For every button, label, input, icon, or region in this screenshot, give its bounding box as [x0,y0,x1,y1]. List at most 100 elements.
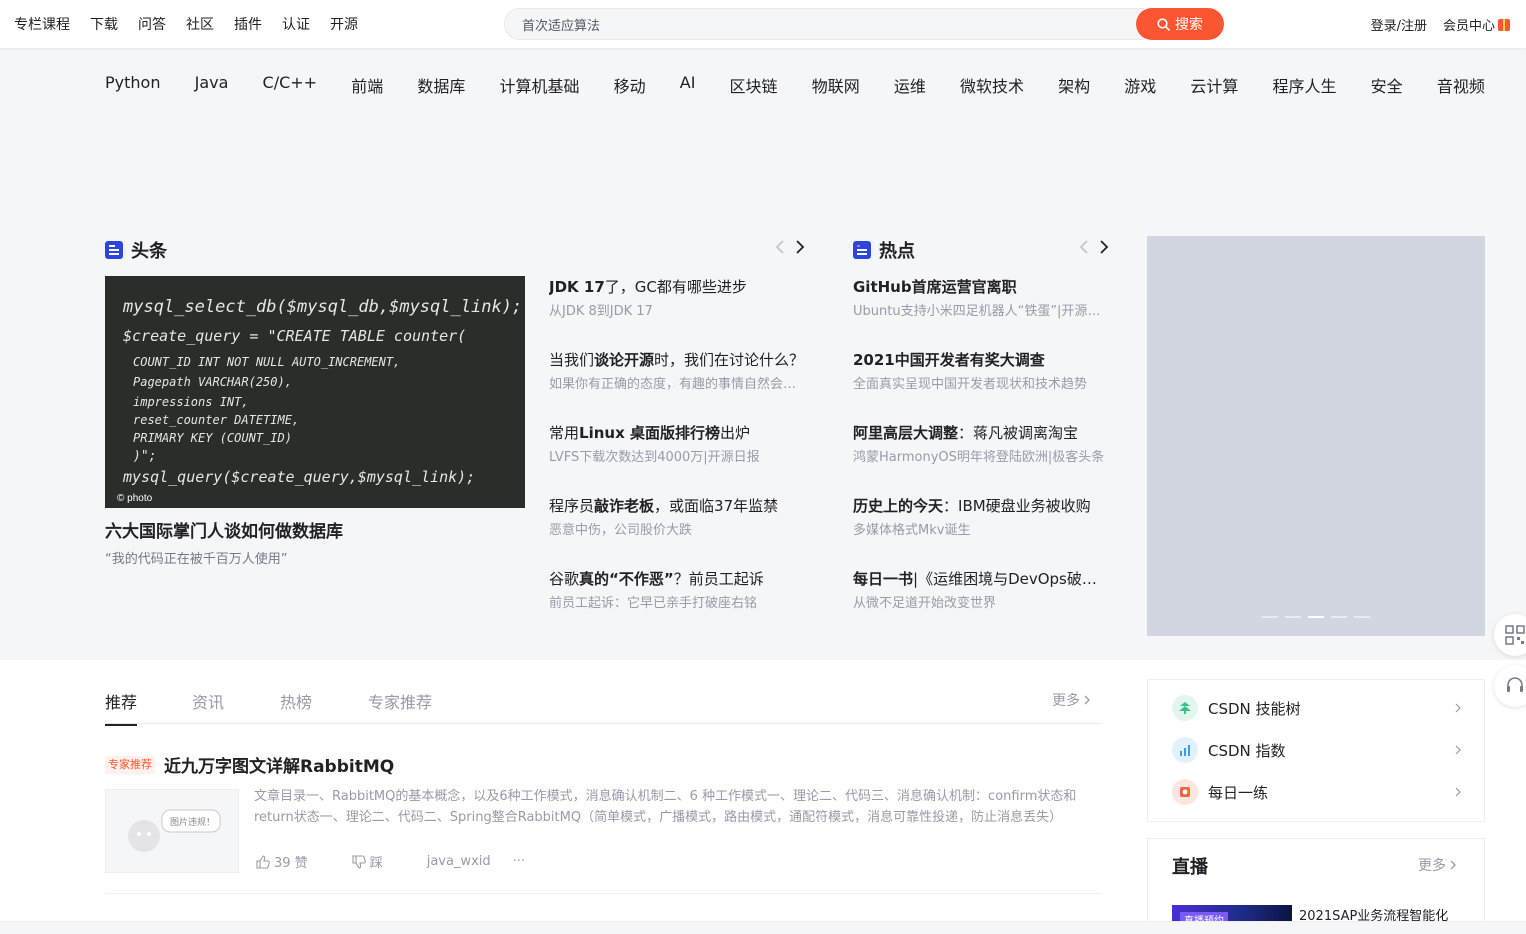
top-nav-columns-courses[interactable]: 专栏课程 [14,14,70,34]
headline-item[interactable]: 程序员敲诈老板，或面临37年监禁 恶意中伤，公司股价大跌 [549,495,805,568]
index-chart-icon [1172,737,1198,763]
tab-news[interactable]: 资讯 [192,689,224,713]
category-cloud[interactable]: 云计算 [1190,73,1238,97]
side-link-csdn-index[interactable]: CSDN 指数 [1172,737,1462,763]
search-bar: 搜索 [504,8,1224,40]
banner-dot[interactable] [1331,616,1347,618]
banner-dot-active[interactable] [1308,616,1324,618]
hot-item[interactable]: 阿里高层大调整：蒋凡被调离淘宝 鸿蒙HarmonyOS明年将登陆欧洲|极客头条 [853,422,1109,495]
headline-item-title: 常用Linux 桌面版排行榜出炉 [549,424,750,442]
hot-item[interactable]: 历史上的今天：IBM硬盘业务被收购 多媒体格式Mkv诞生 [853,495,1109,568]
category-nav: Python Java C/C++ 前端 数据库 计算机基础 移动 AI 区块链… [105,73,1485,97]
category-architecture[interactable]: 架构 [1058,73,1090,97]
category-ops[interactable]: 运维 [894,73,926,97]
login-register-link[interactable]: 登录/注册 [1371,15,1427,34]
headline-item-subtitle: 前员工起诉：它早已亲手打破座右铭 [549,596,758,611]
thumbs-down-icon [352,854,366,869]
category-python[interactable]: Python [105,73,160,97]
more-actions-button[interactable]: ··· [513,854,525,869]
vip-center-label: 会员中心 [1442,18,1495,34]
top-nav-qa[interactable]: 问答 [138,14,166,34]
feed-article-thumbnail[interactable]: 图片违规！ [105,789,239,873]
top-nav-certification[interactable]: 认证 [282,14,310,34]
category-java[interactable]: Java [195,73,229,97]
image-violation-icon: 图片违规！ [128,809,221,852]
top-nav-plugins[interactable]: 插件 [234,14,262,34]
search-button[interactable]: 搜索 [1136,8,1224,40]
headline-item[interactable]: JDK 17了，GC都有哪些进步 从JDK 8到JDK 17 [549,276,805,349]
category-cs-basics[interactable]: 计算机基础 [499,73,579,97]
hot-item-subtitle: 从微不足道开始改变世界 [853,596,997,611]
chevron-right-icon [1455,787,1461,797]
feed-article-meta: 39 赞 踩 java_wxid ··· [256,852,547,871]
headline-item-title: 谷歌真的“不作恶”？前员工起诉 [549,570,764,588]
hot-item-subtitle: Ubuntu支持小米四足机器人“铁蛋”|开源日报 [853,304,1109,319]
headlines-arrows [770,237,810,257]
top-nav: 专栏课程 下载 问答 社区 插件 认证 开源 [14,0,378,48]
chevron-right-icon [1455,745,1461,755]
top-nav-open-source[interactable]: 开源 [330,14,358,34]
side-link-daily-practice[interactable]: 每日一练 [1172,779,1462,805]
banner-dot[interactable] [1262,616,1278,618]
code-line: mysql_select_db($mysql_db,$mysql_link); [122,297,522,317]
side-link-label: CSDN 指数 [1208,741,1286,760]
hot-icon [853,241,871,259]
like-button[interactable]: 39 赞 [256,852,330,871]
category-audio-video[interactable]: 音视频 [1437,73,1485,97]
category-games[interactable]: 游戏 [1124,73,1156,97]
feed-divider [105,893,1101,894]
headline-item[interactable]: 当我们谈论开源时，我们在讨论什么？ 如果你有正确的态度，有趣的事情自然会发生 [549,349,805,422]
headline-main-title[interactable]: 六大国际掌门人谈如何做数据库 [105,517,343,542]
hot-next-button[interactable] [1094,237,1114,257]
headline-item-subtitle: 从JDK 8到JDK 17 [549,304,653,319]
headline-item[interactable]: 常用Linux 桌面版排行榜出炉 LVFS下载次数达到4000万|开源日报 [549,422,805,495]
side-link-label: CSDN 技能树 [1208,699,1301,718]
headline-item-subtitle: LVFS下载次数达到4000万|开源日报 [549,450,760,465]
category-iot[interactable]: 物联网 [812,73,860,97]
tab-hot-list[interactable]: 热榜 [280,689,312,713]
hot-prev-button[interactable] [1074,237,1094,257]
feed-article-title[interactable]: 近九万字图文详解RabbitMQ [164,752,394,777]
thumb-text: 图片违规！ [170,816,215,828]
dislike-button[interactable]: 踩 [352,852,405,871]
category-programmer-life[interactable]: 程序人生 [1273,73,1337,97]
banner-dot[interactable] [1354,616,1370,618]
headline-image[interactable]: mysql_select_db($mysql_db,$mysql_link); … [105,276,525,508]
tab-expert-picks[interactable]: 专家推荐 [368,689,432,713]
feed-more-link[interactable]: 更多 [1052,690,1091,710]
qr-code-button[interactable] [1494,614,1526,656]
top-nav-download[interactable]: 下载 [90,14,118,34]
tab-recommend[interactable]: 推荐 [105,689,138,726]
category-c-cpp[interactable]: C/C++ [263,73,318,97]
like-count: 39 赞 [274,856,308,871]
category-mobile[interactable]: 移动 [614,73,646,97]
category-database[interactable]: 数据库 [417,73,465,97]
category-microsoft[interactable]: 微软技术 [960,73,1024,97]
category-blockchain[interactable]: 区块链 [730,73,778,97]
banner-dot[interactable] [1285,616,1301,618]
code-line: reset_counter DATETIME, [133,413,299,427]
category-security[interactable]: 安全 [1371,73,1403,97]
promo-banner[interactable] [1147,236,1485,636]
category-ai[interactable]: AI [680,73,696,97]
headline-item[interactable]: 谷歌真的“不作恶”？前员工起诉 前员工起诉：它早已亲手打破座右铭 [549,568,805,641]
live-more-link[interactable]: 更多 [1418,855,1457,875]
category-frontend[interactable]: 前端 [351,73,383,97]
bottom-strip [0,921,1526,934]
top-nav-community[interactable]: 社区 [186,14,214,34]
side-link-skill-tree[interactable]: CSDN 技能树 [1172,695,1462,721]
user-area: 登录/注册 会员中心 [1371,0,1526,48]
hot-item-title: 历史上的今天：IBM硬盘业务被收购 [853,497,1091,515]
side-link-label: 每日一练 [1208,783,1269,802]
hot-item[interactable]: 2021中国开发者有奖大调查 全面真实呈现中国开发者现状和技术趋势 [853,349,1109,422]
expert-pick-badge: 专家推荐 [105,756,155,774]
chevron-left-icon [1079,240,1088,254]
headlines-next-button[interactable] [790,237,810,257]
headlines-prev-button[interactable] [770,237,790,257]
hot-item[interactable]: GitHub首席运营官离职 Ubuntu支持小米四足机器人“铁蛋”|开源日报 [853,276,1109,349]
vip-center-link[interactable]: 会员中心 [1443,15,1510,34]
hot-item-title: 2021中国开发者有奖大调查 [853,351,1045,369]
author-name[interactable]: java_wxid [427,854,491,869]
hot-item[interactable]: 每日一书|《运维困境与DevOps破局》 从微不足道开始改变世界 [853,568,1109,641]
search-input[interactable] [504,8,1144,40]
